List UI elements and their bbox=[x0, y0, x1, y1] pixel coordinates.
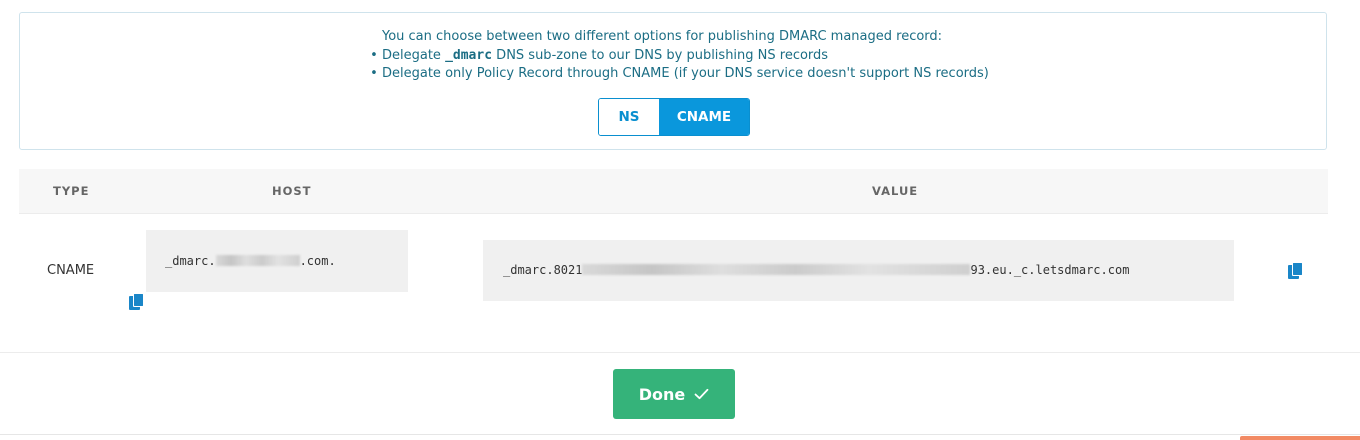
cname-value-text: _dmarc.8021 93.eu._c.letsdmarc.com bbox=[503, 263, 1129, 277]
bullet: • bbox=[370, 66, 378, 81]
publishing-options-panel: You can choose between two different opt… bbox=[19, 12, 1327, 150]
done-button-label: Done bbox=[638, 384, 686, 404]
column-header-type: TYPE bbox=[53, 184, 90, 198]
host-value-box[interactable]: _dmarc. .com. bbox=[146, 230, 408, 292]
bullet: • bbox=[370, 47, 378, 63]
publishing-options-list: • Delegate _dmarc DNS sub-zone to our DNS… bbox=[370, 47, 989, 84]
publishing-options-text: You can choose between two different opt… bbox=[370, 28, 989, 84]
option-ns-suffix: DNS sub-zone to our DNS by publishing NS… bbox=[492, 47, 829, 63]
records-table-header: TYPE HOST VALUE bbox=[19, 169, 1328, 214]
record-type-cell: CNAME bbox=[47, 263, 95, 278]
column-header-host: HOST bbox=[272, 184, 312, 198]
publishing-options-title: You can choose between two different opt… bbox=[382, 29, 943, 44]
redacted-domain bbox=[215, 255, 300, 266]
footer-divider bbox=[0, 352, 1360, 353]
bottom-divider bbox=[0, 434, 1360, 435]
copy-icon[interactable] bbox=[1287, 261, 1305, 281]
toggle-cname-button[interactable]: CNAME bbox=[659, 99, 749, 135]
option-ns-prefix: Delegate bbox=[382, 47, 446, 63]
host-value-text: _dmarc. .com. bbox=[165, 254, 336, 268]
host-prefix: _dmarc. bbox=[165, 254, 216, 268]
copy-icon[interactable] bbox=[128, 292, 146, 312]
host-suffix: .com. bbox=[299, 254, 336, 268]
value-prefix: _dmarc.8021 bbox=[503, 263, 583, 277]
option-ns-item: • Delegate _dmarc DNS sub-zone to our DNS… bbox=[370, 47, 989, 66]
option-cname-text: Delegate only Policy Record through CNAM… bbox=[382, 66, 989, 81]
redacted-token bbox=[582, 264, 971, 275]
column-header-value: VALUE bbox=[872, 184, 919, 198]
accent-strip bbox=[1240, 436, 1360, 440]
dmarc-code-label: _dmarc bbox=[445, 47, 493, 63]
record-type-toggle: NS CNAME bbox=[598, 98, 750, 136]
done-button[interactable]: Done bbox=[613, 369, 735, 419]
toggle-ns-button[interactable]: NS bbox=[599, 99, 659, 135]
cname-value-box[interactable]: _dmarc.8021 93.eu._c.letsdmarc.com bbox=[483, 240, 1234, 301]
checkmark-icon bbox=[694, 388, 709, 400]
option-cname-item: • Delegate only Policy Record through CNA… bbox=[370, 65, 989, 84]
value-suffix: 93.eu._c.letsdmarc.com bbox=[970, 263, 1130, 277]
